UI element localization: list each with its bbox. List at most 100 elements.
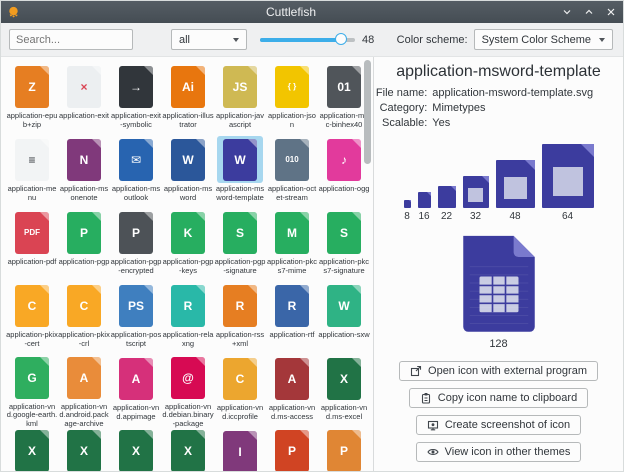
icon-grid-item[interactable]: G application-vnd.google-earth.kml: [6, 355, 58, 428]
category-dropdown[interactable]: all: [171, 29, 247, 50]
maximize-button[interactable]: [583, 6, 595, 18]
icon-grid-item[interactable]: W application-sxw: [318, 282, 370, 355]
page-fold: [144, 430, 153, 439]
file-type-icon: N: [67, 139, 101, 181]
icon-box: X: [165, 428, 211, 471]
icon-glyph: P: [132, 227, 140, 239]
titlebar[interactable]: Cuttlefish: [1, 1, 623, 23]
open-external-button[interactable]: Open icon with external program: [399, 361, 598, 381]
icon-grid-item[interactable]: 01 application-mac-binhex40: [318, 63, 370, 136]
icon-grid-item[interactable]: → application-exit-symbolic: [110, 63, 162, 136]
icon-grid-item[interactable]: I application-vnd.ms-infopath: [214, 428, 266, 471]
icon-label: application-vnd.ms-access: [266, 404, 318, 421]
icon-glyph: { }: [288, 83, 296, 91]
icon-box: P: [269, 428, 315, 471]
icon-label: application-pkcs7-mime: [266, 258, 318, 275]
icon-grid-item[interactable]: S application-pgp-signature: [214, 209, 266, 282]
icon-box: ✉: [113, 136, 159, 183]
icon-grid-item[interactable]: W application-msword-template: [214, 136, 266, 209]
color-scheme-label: Color scheme:: [397, 34, 468, 46]
icon-box: X: [9, 428, 55, 471]
minimize-button[interactable]: [561, 6, 573, 18]
icon-size-slider[interactable]: [260, 31, 355, 49]
icon-grid-item[interactable]: JS application-javascript: [214, 63, 266, 136]
icon-box: ≡: [9, 136, 55, 183]
icon-glyph: M: [287, 227, 297, 239]
copy-name-button[interactable]: Copy icon name to clipboard: [409, 388, 588, 408]
copy-icon: [420, 392, 432, 404]
page-fold: [196, 357, 205, 366]
icon-label: application-vnd.ms-excel: [318, 404, 370, 421]
icon-grid-item[interactable]: PS application-postscript: [110, 282, 162, 355]
icon-grid-item[interactable]: C application-vnd.iccprofile: [214, 355, 266, 428]
page-fold: [144, 285, 153, 294]
icon-box: G: [9, 355, 55, 401]
icon-grid-item[interactable]: R application-rtf: [266, 282, 318, 355]
vertical-scrollbar[interactable]: [364, 60, 371, 164]
icon-grid-item[interactable]: C application-pkix-crl: [58, 282, 110, 355]
icon-grid-item[interactable]: K application-pgp-keys: [162, 209, 214, 282]
file-type-icon: ×: [67, 66, 101, 108]
icon-grid-item[interactable]: X application-vnd.ms-excel: [318, 355, 370, 428]
page-fold: [92, 139, 101, 148]
icon-label: application-msword-template: [214, 185, 266, 202]
icon-box: X: [113, 428, 159, 471]
icon-grid-item[interactable]: X application-vnd.ms-excel.sheet.macroen…: [110, 428, 162, 471]
icon-box: S: [321, 209, 367, 256]
icon-grid-item[interactable]: Z application-epub+zip: [6, 63, 58, 136]
file-type-icon: PS: [119, 285, 153, 327]
icon-label: application-octet-stream: [266, 185, 318, 202]
icon-grid-item[interactable]: W application-msword: [162, 136, 214, 209]
icon-glyph: C: [28, 300, 37, 312]
icon-grid-item[interactable]: Ai application-illustrator: [162, 63, 214, 136]
icon-grid-item[interactable]: R application-rss+xml: [214, 282, 266, 355]
icon-grid-item[interactable]: P application-vnd.ms-powerpoint: [266, 428, 318, 471]
slider-handle[interactable]: [335, 33, 347, 45]
color-scheme-dropdown[interactable]: System Color Scheme: [474, 29, 613, 50]
icon-glyph: @: [182, 372, 194, 384]
icon-grid-item[interactable]: P application-vnd.ms-powerpoint.addin.ma…: [318, 428, 370, 471]
close-button[interactable]: [605, 6, 617, 18]
icon-glyph: A: [288, 373, 297, 385]
icon-grid-item[interactable]: ✉ application-msoutlook: [110, 136, 162, 209]
icon-label: application-pkix-crl: [58, 331, 110, 348]
page-fold: [352, 430, 361, 439]
page-fold: [352, 139, 361, 148]
file-type-icon: A: [275, 358, 309, 400]
icon-grid-item[interactable]: × application-exit: [58, 63, 110, 136]
cuttlefish-window: Cuttlefish all 48 Color scheme: System C: [0, 0, 624, 472]
icon-grid-item[interactable]: X application-vnd.ms-excel.addin.macroen…: [6, 428, 58, 471]
view-themes-button[interactable]: View icon in other themes: [416, 442, 582, 462]
icon-grid-item[interactable]: ♪ application-ogg: [318, 136, 370, 209]
icon-grid-item[interactable]: R application-relaxng: [162, 282, 214, 355]
icon-grid-item[interactable]: M application-pkcs7-mime: [266, 209, 318, 282]
file-type-icon: K: [171, 212, 205, 254]
page-fold: [144, 358, 153, 367]
icon-grid-item[interactable]: S application-pkcs7-signature: [318, 209, 370, 282]
icon-grid-item[interactable]: 010 application-octet-stream: [266, 136, 318, 209]
icon-glyph: X: [132, 445, 140, 457]
icon-grid-item[interactable]: P application-pgp: [58, 209, 110, 282]
icon-grid-item[interactable]: A application-vnd.ms-access: [266, 355, 318, 428]
icon-glyph: C: [80, 300, 89, 312]
icon-grid-item[interactable]: A application-vnd.appimage: [110, 355, 162, 428]
icon-grid-item[interactable]: X application-vnd.ms-excel.sheet.binary.…: [58, 428, 110, 471]
file-type-icon: M: [275, 212, 309, 254]
page-fold: [248, 358, 257, 367]
icon-grid-item[interactable]: A application-vnd.android.package-archiv…: [58, 355, 110, 428]
page-fold: [352, 358, 361, 367]
screenshot-button[interactable]: Create screenshot of icon: [416, 415, 581, 435]
file-type-icon: I: [223, 431, 257, 472]
icon-grid-item[interactable]: N application-msonenote: [58, 136, 110, 209]
icon-grid-item[interactable]: @ application-vnd.debian.binary-package: [162, 355, 214, 428]
icon-grid-item[interactable]: { } application-json: [266, 63, 318, 136]
icon-grid-item[interactable]: PDF application-pdf: [6, 209, 58, 282]
file-type-icon: S: [223, 212, 257, 254]
search-input[interactable]: [9, 29, 133, 50]
icon-box: ♪: [321, 136, 367, 183]
icon-grid-item[interactable]: P application-pgp-encrypted: [110, 209, 162, 282]
icon-grid-item[interactable]: ≡ application-menu: [6, 136, 58, 209]
file-type-icon: A: [119, 358, 153, 400]
icon-grid-item[interactable]: C application-pkix-cert: [6, 282, 58, 355]
icon-grid-item[interactable]: X application-vnd.ms-excel.template.macr…: [162, 428, 214, 471]
